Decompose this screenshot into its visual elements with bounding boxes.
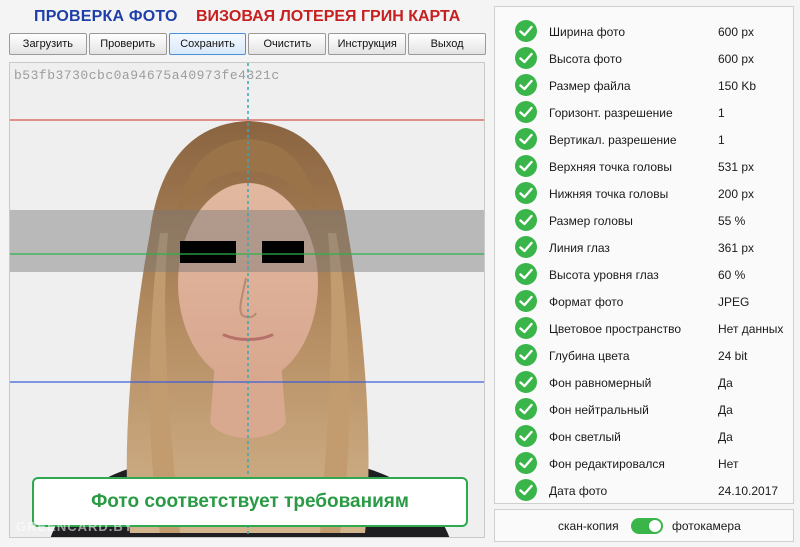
check-icon [515, 317, 537, 339]
clear-button[interactable]: Очистить [248, 33, 327, 55]
source-mode-bar: скан-копия фотокамера [494, 509, 794, 542]
portrait-image [10, 63, 484, 537]
check-row-head-size: Размер головы 55 % [495, 206, 795, 233]
check-icon [515, 236, 537, 258]
watermark: GREENCARD.BY [16, 519, 134, 534]
app-title: ПРОВЕРКА ФОТО [34, 8, 178, 25]
instructions-button[interactable]: Инструкция [328, 33, 407, 55]
check-row-bg-light: Фон светлый Да [495, 422, 795, 449]
check-row-eye-line: Линия глаз 361 px [495, 233, 795, 260]
check-value: 600 px [718, 25, 755, 39]
toggle-knob [649, 520, 661, 532]
check-label: Линия глаз [549, 241, 610, 255]
check-label: Ширина фото [549, 25, 626, 39]
check-label: Высота фото [549, 52, 622, 66]
check-results-panel: Ширина фото 600 px Высота фото 600 px Ра… [494, 6, 794, 504]
check-icon [515, 425, 537, 447]
check-label: Фон нейтральный [549, 403, 649, 417]
check-value: Нет [718, 457, 739, 471]
mode-camera-label: фотокамера [672, 519, 741, 533]
check-row-bg-neutral: Фон нейтральный Да [495, 395, 795, 422]
check-label: Вертикал. разрешение [549, 133, 677, 147]
check-icon [515, 371, 537, 393]
check-row-format: Формат фото JPEG [495, 287, 795, 314]
check-row-width: Ширина фото 600 px [495, 17, 795, 44]
mode-scan-label: скан-копия [558, 519, 619, 533]
upload-button[interactable]: Загрузить [9, 33, 87, 55]
check-icon [515, 20, 537, 42]
check-label: Верхняя точка головы [549, 160, 673, 174]
check-label: Формат фото [549, 295, 624, 309]
check-icon [515, 74, 537, 96]
check-label: Дата фото [549, 484, 608, 498]
check-label: Цветовое пространство [549, 322, 682, 336]
check-value: 60 % [718, 268, 746, 282]
check-row-date: Дата фото 24.10.2017 [495, 476, 795, 503]
check-value: Да [718, 376, 733, 390]
exit-button[interactable]: Выход [408, 33, 486, 55]
check-row-head-top: Верхняя точка головы 531 px [495, 152, 795, 179]
check-label: Глубина цвета [549, 349, 630, 363]
check-icon [515, 182, 537, 204]
check-value: 150 Kb [718, 79, 757, 93]
check-icon [515, 263, 537, 285]
check-icon [515, 290, 537, 312]
check-label: Горизонт. разрешение [549, 106, 673, 120]
check-icon [515, 398, 537, 420]
check-value: 200 px [718, 187, 755, 201]
check-icon [515, 101, 537, 123]
check-icon [515, 47, 537, 69]
check-value: 55 % [718, 214, 746, 228]
check-row-bg-uniform: Фон равномерный Да [495, 368, 795, 395]
check-icon [515, 452, 537, 474]
check-row-eye-height: Высота уровня глаз 60 % [495, 260, 795, 287]
photo-preview[interactable]: b53fb3730cbc0a94675a40973fe4321c Фото со… [9, 62, 485, 538]
check-label: Фон светлый [549, 430, 621, 444]
check-label: Размер файла [549, 79, 631, 93]
check-row-colorspace: Цветовое пространство Нет данных [495, 314, 795, 341]
check-row-bg-edited: Фон редактировался Нет [495, 449, 795, 476]
check-value: 531 px [718, 160, 755, 174]
check-value: 1 [718, 106, 725, 120]
check-label: Фон редактировался [549, 457, 665, 471]
check-value: 361 px [718, 241, 755, 255]
check-row-vres: Вертикал. разрешение 1 [495, 125, 795, 152]
check-label: Фон равномерный [549, 376, 652, 390]
check-label: Нижняя точка головы [549, 187, 669, 201]
check-icon [515, 155, 537, 177]
save-button[interactable]: Сохранить [168, 33, 247, 55]
check-icon [515, 209, 537, 231]
check-value: 600 px [718, 52, 755, 66]
check-icon [515, 344, 537, 366]
check-row-bitdepth: Глубина цвета 24 bit [495, 341, 795, 368]
check-row-filesize: Размер файла 150 Kb [495, 71, 795, 98]
check-row-hres: Горизонт. разрешение 1 [495, 98, 795, 125]
check-value: JPEG [718, 295, 750, 309]
check-icon [515, 128, 537, 150]
check-label: Высота уровня глаз [549, 268, 659, 282]
check-row-head-bottom: Нижняя точка головы 200 px [495, 179, 795, 206]
check-value: Да [718, 403, 733, 417]
check-icon [515, 479, 537, 501]
toolbar: Загрузить Проверить Сохранить Очистить И… [9, 33, 486, 56]
check-label: Размер головы [549, 214, 633, 228]
photo-hash: b53fb3730cbc0a94675a40973fe4321c [14, 68, 280, 83]
check-value: Нет данных [718, 322, 784, 336]
check-row-height: Высота фото 600 px [495, 44, 795, 71]
check-value: Да [718, 430, 733, 444]
check-value: 1 [718, 133, 725, 147]
check-button[interactable]: Проверить [88, 33, 167, 55]
source-mode-toggle[interactable] [631, 518, 663, 534]
check-value: 24.10.2017 [718, 484, 779, 498]
app-subtitle: ВИЗОВАЯ ЛОТЕРЕЯ ГРИН КАРТА [196, 8, 461, 25]
check-value: 24 bit [718, 349, 748, 363]
